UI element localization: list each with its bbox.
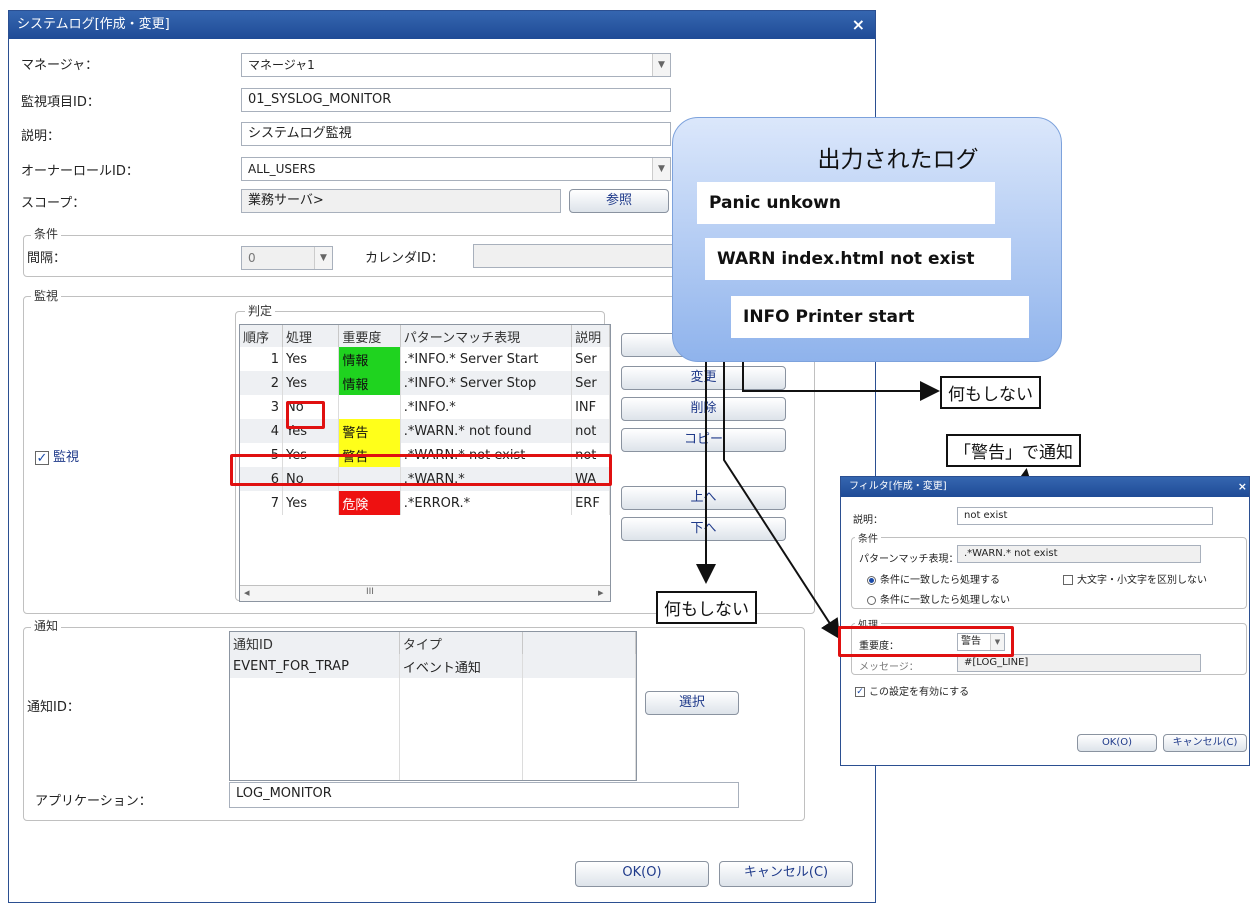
filter-condition-title: 条件 — [855, 530, 881, 545]
case-insensitive-label: 大文字・小文字を区別しない — [1077, 575, 1207, 586]
radio-nomatch[interactable]: 条件に一致したら処理しない — [867, 591, 1010, 606]
case-insensitive-checkbox[interactable]: 大文字・小文字を区別しない — [1063, 571, 1207, 586]
filter-ok-button[interactable]: OK(O) — [1077, 734, 1157, 752]
filter-description-field[interactable]: not exist — [957, 507, 1213, 525]
radio-match-label: 条件に一致したら処理する — [880, 575, 1000, 586]
log-line-panic: Panic unkown — [697, 182, 995, 224]
filter-cancel-button[interactable]: キャンセル(C) — [1163, 734, 1247, 752]
enable-setting-checkbox[interactable]: ✓ この設定を有効にする — [855, 683, 969, 698]
filter-title: フィルタ[作成・変更] — [849, 481, 947, 492]
filter-titlebar: フィルタ[作成・変更] × — [841, 477, 1249, 497]
checkbox-icon[interactable] — [1063, 575, 1073, 585]
log-line-info: INFO Printer start — [731, 296, 1029, 338]
output-log-callout: 出力されたログ Panic unkown WARN index.html not… — [672, 117, 1062, 362]
pattern-field[interactable]: .*WARN.* not exist — [957, 545, 1201, 563]
radio-nomatch-label: 条件に一致したら処理しない — [880, 595, 1010, 606]
pattern-label: パターンマッチ表現： — [859, 554, 959, 565]
checkbox-checked-icon[interactable]: ✓ — [855, 687, 865, 697]
enable-setting-label: この設定を有効にする — [869, 687, 970, 698]
radio-icon[interactable] — [867, 595, 876, 605]
highlight-severity — [838, 626, 1014, 657]
note-do-nothing-2: 何もしない — [940, 376, 1041, 409]
radio-match[interactable]: 条件に一致したら処理する — [867, 571, 1000, 586]
callout-title: 出力されたログ — [817, 147, 979, 173]
radio-selected-icon[interactable] — [867, 575, 876, 585]
note-notify-warning: 「警告」で通知 — [946, 434, 1081, 467]
note-do-nothing-1: 何もしない — [656, 591, 757, 624]
message-label: メッセージ： — [859, 662, 919, 673]
filter-dialog: フィルタ[作成・変更] × 説明： not exist 条件 パターンマッチ表現… — [840, 476, 1250, 766]
close-icon[interactable]: × — [1238, 477, 1247, 497]
log-line-warn: WARN index.html not exist — [705, 238, 1011, 280]
filter-description-label: 説明： — [853, 515, 883, 526]
